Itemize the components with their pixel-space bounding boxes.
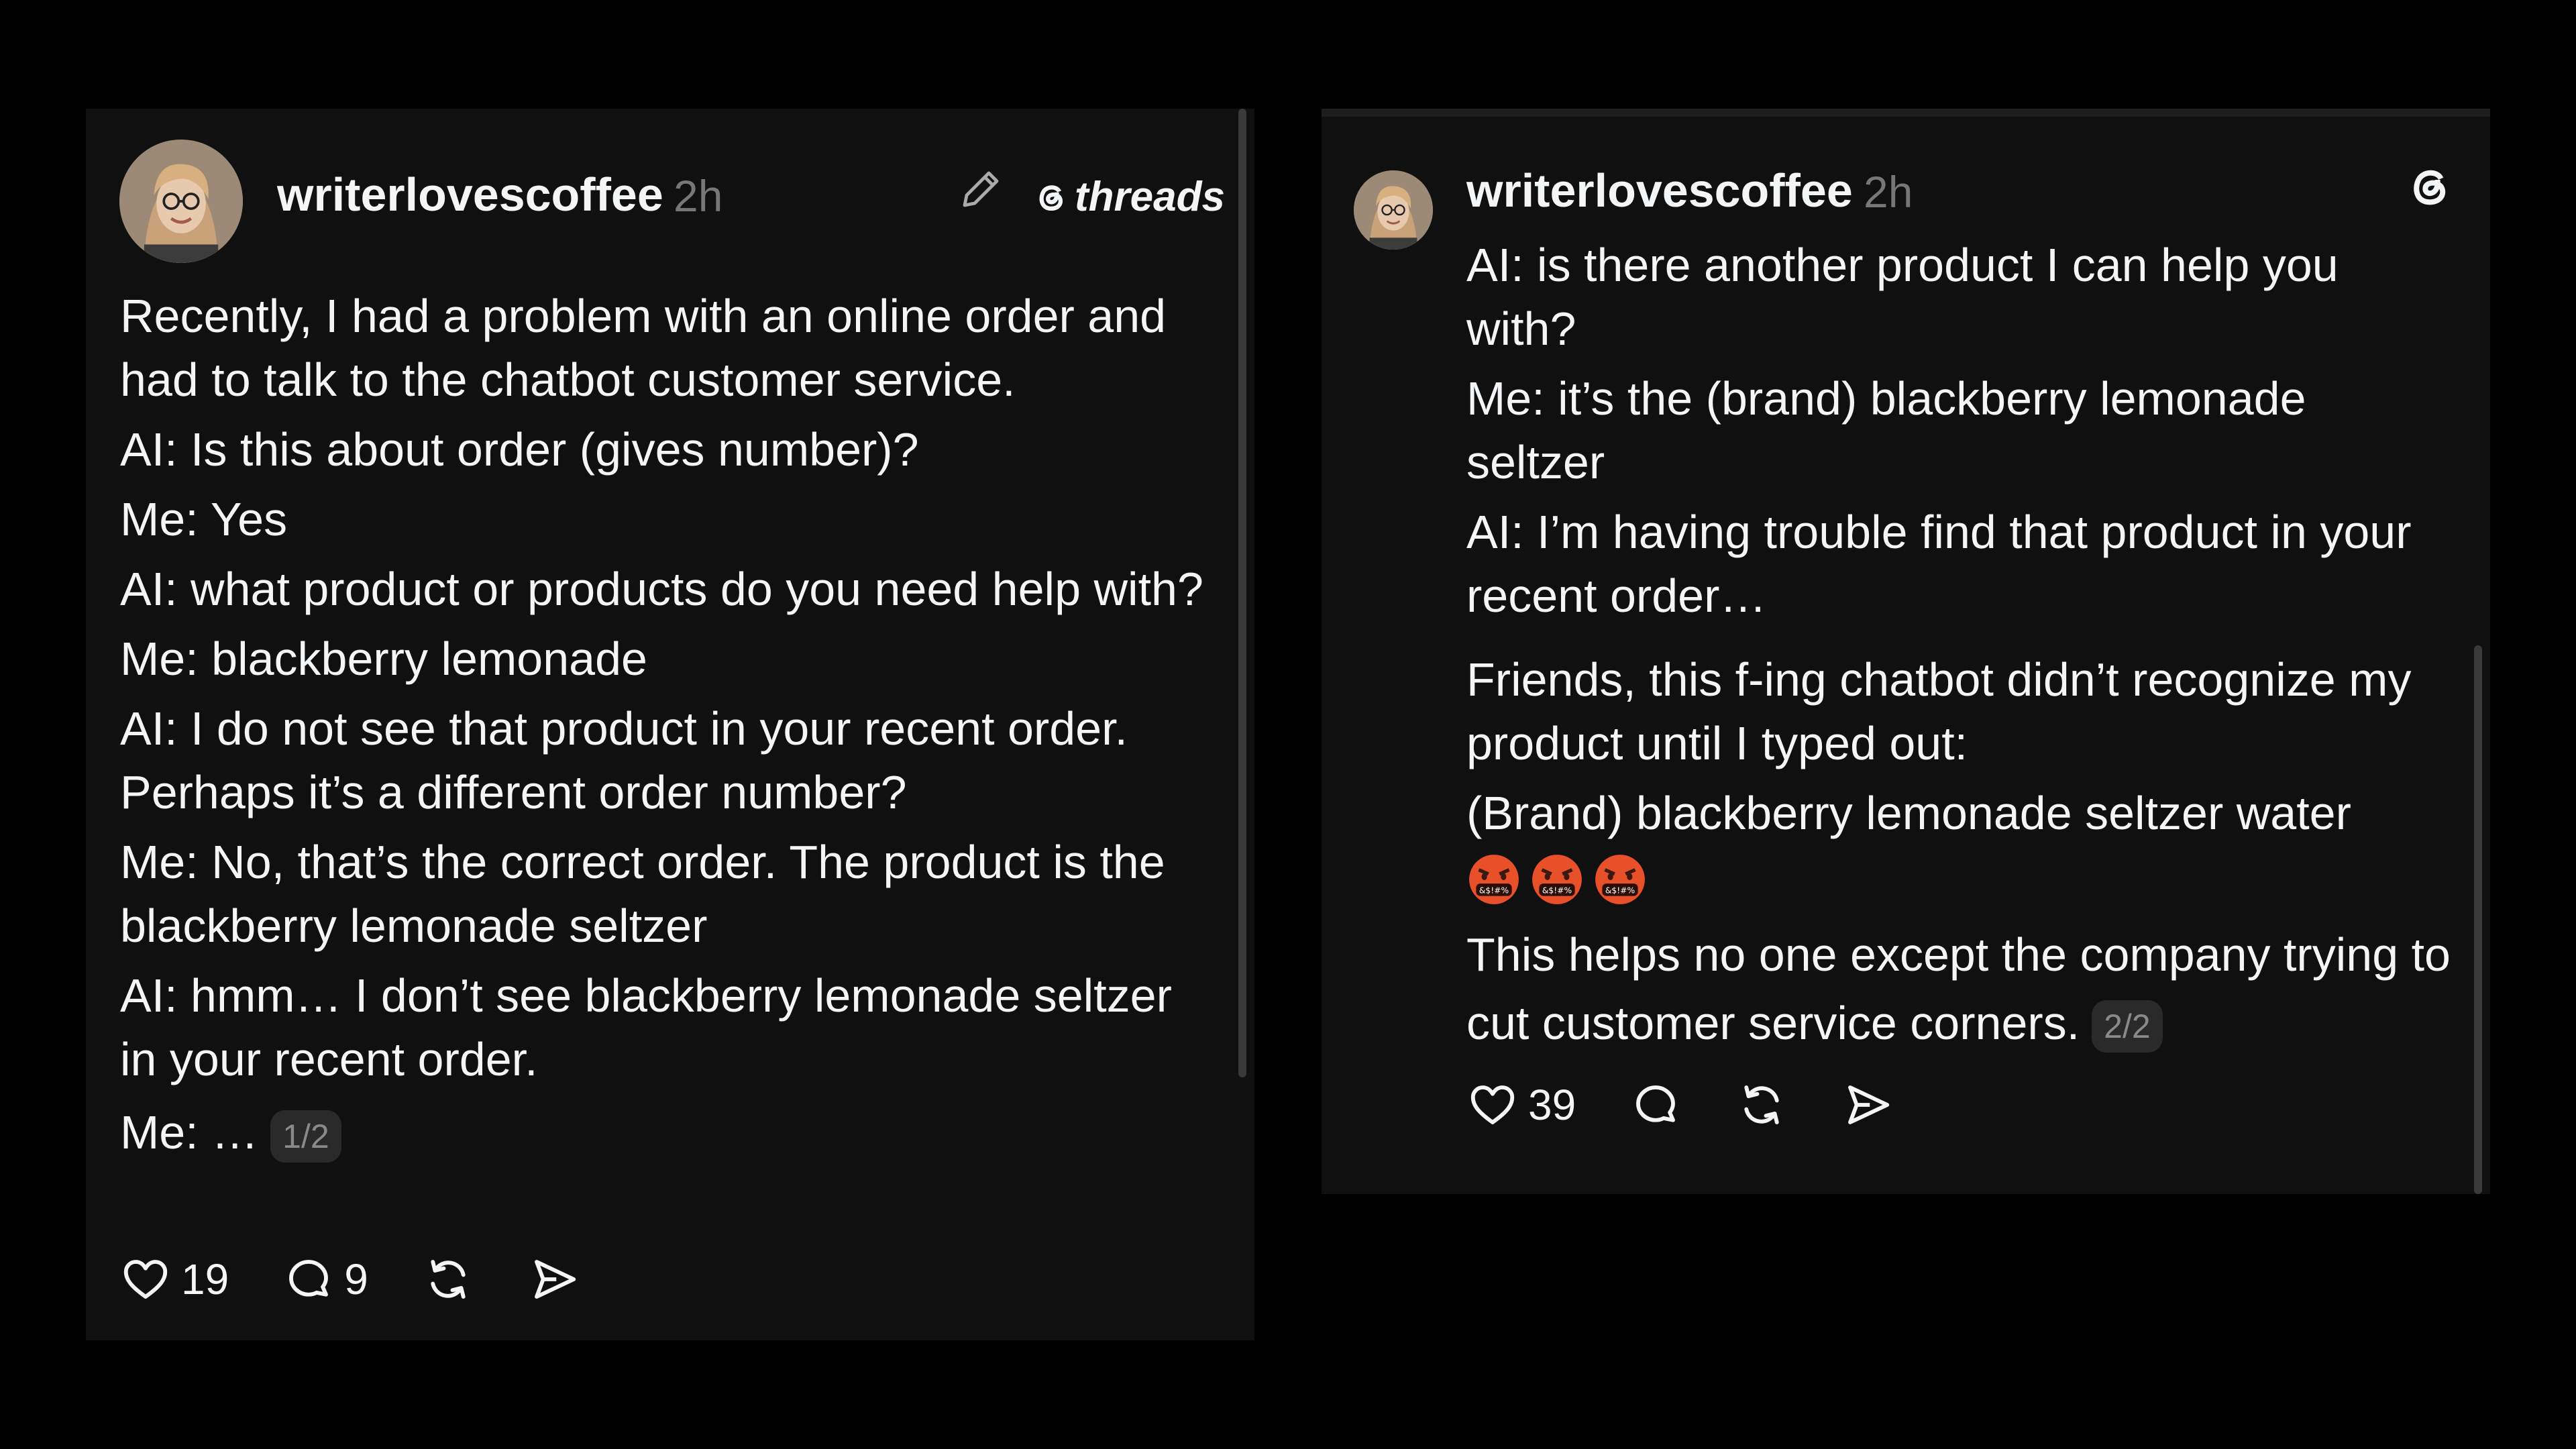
post-paragraph: AI: hmm… I don’t see blackberry lemonade… — [120, 969, 1172, 1085]
share-icon — [1848, 1085, 1890, 1124]
post-paragraph: Me: Yes — [120, 493, 288, 545]
post-paragraph: Me: No, that’s the correct order. The pr… — [120, 836, 1165, 952]
threads-logo: threads — [1032, 173, 1225, 221]
svg-text:&$!#%: &$!#% — [1605, 885, 1635, 895]
post-time: 2h — [674, 171, 723, 221]
post-paragraph: Friends, this f-ing chatbot didn’t recog… — [1466, 653, 2412, 769]
thread-post-part-2: writerlovescoffee 2h AI: is there anothe… — [1322, 109, 2490, 1194]
action-bar: 19 9 — [119, 1253, 634, 1305]
avatar[interactable] — [119, 140, 243, 263]
thread-post-part-1: writerlovescoffee 2h threads Recently, I… — [86, 109, 1254, 1340]
scrollbar[interactable] — [1238, 109, 1246, 1077]
post-paragraph: AI: I do not see that product in your re… — [120, 702, 1128, 818]
share-button[interactable] — [1841, 1079, 1894, 1131]
post-paragraph: (Brand) blackberry lemonade seltzer wate… — [1466, 787, 2351, 839]
face-with-symbols-on-mouth-icon: &$!#% — [1529, 852, 1585, 907]
threads-wordmark: threads — [1075, 174, 1225, 220]
emoji-row: &$!#% &$!#% &$!#% — [1466, 845, 2453, 907]
comment-icon — [289, 1260, 329, 1297]
svg-text:&$!#%: &$!#% — [1479, 885, 1509, 895]
post-paragraph: Me: it’s the (brand) blackberry lemonade… — [1466, 372, 2306, 488]
repost-icon — [431, 1260, 466, 1299]
face-with-symbols-on-mouth-icon: &$!#% — [1593, 852, 1648, 907]
post-paragraph: AI: Is this about order (gives number)? — [120, 423, 919, 476]
post-body: Recently, I had a problem with an online… — [120, 284, 1220, 1171]
post-closing: This helps no one except the company try… — [1466, 928, 2451, 1049]
repost-button[interactable] — [422, 1253, 474, 1305]
like-count: 19 — [181, 1255, 229, 1303]
face-with-symbols-on-mouth-icon: &$!#% — [1466, 852, 1521, 907]
scrollbar[interactable] — [2474, 645, 2482, 1194]
threads-logo-icon — [1039, 184, 1063, 211]
comment-icon — [1636, 1085, 1676, 1122]
threads-logo-icon[interactable] — [2403, 160, 2457, 213]
username[interactable]: writerlovescoffee — [1466, 164, 1853, 217]
post-last-line: Me: … — [120, 1106, 259, 1159]
divider — [1322, 109, 2490, 117]
avatar[interactable] — [1354, 170, 1433, 250]
page-badge: 2/2 — [2092, 1000, 2163, 1053]
like-button[interactable]: 19 — [119, 1253, 229, 1305]
post-paragraph: Me: blackberry lemonade — [120, 633, 647, 685]
reply-count: 9 — [344, 1255, 368, 1303]
page-badge: 1/2 — [270, 1110, 341, 1163]
like-count: 39 — [1528, 1081, 1576, 1129]
post-paragraph: AI: is there another product I can help … — [1466, 239, 2339, 355]
repost-icon — [1744, 1085, 1779, 1124]
reply-button[interactable] — [1629, 1079, 1682, 1131]
repost-button[interactable] — [1735, 1079, 1788, 1131]
post-paragraph: AI: I’m having trouble find that product… — [1466, 506, 2412, 622]
reply-button[interactable]: 9 — [282, 1253, 368, 1305]
username[interactable]: writerlovescoffee — [277, 168, 663, 221]
post-paragraph: Recently, I had a problem with an online… — [120, 290, 1167, 406]
svg-text:&$!#%: &$!#% — [1542, 885, 1572, 895]
heart-icon — [1470, 1085, 1515, 1124]
edit-pencil-icon[interactable] — [957, 165, 1005, 213]
share-icon — [534, 1260, 576, 1299]
heart-icon — [123, 1260, 168, 1299]
post-time: 2h — [1864, 167, 1913, 217]
post-body: AI: is there another product I can help … — [1466, 233, 2453, 1063]
post-paragraph: AI: what product or products do you need… — [120, 563, 1203, 615]
like-button[interactable]: 39 — [1466, 1079, 1576, 1131]
action-bar: 39 — [1466, 1079, 1947, 1131]
share-button[interactable] — [528, 1253, 580, 1305]
